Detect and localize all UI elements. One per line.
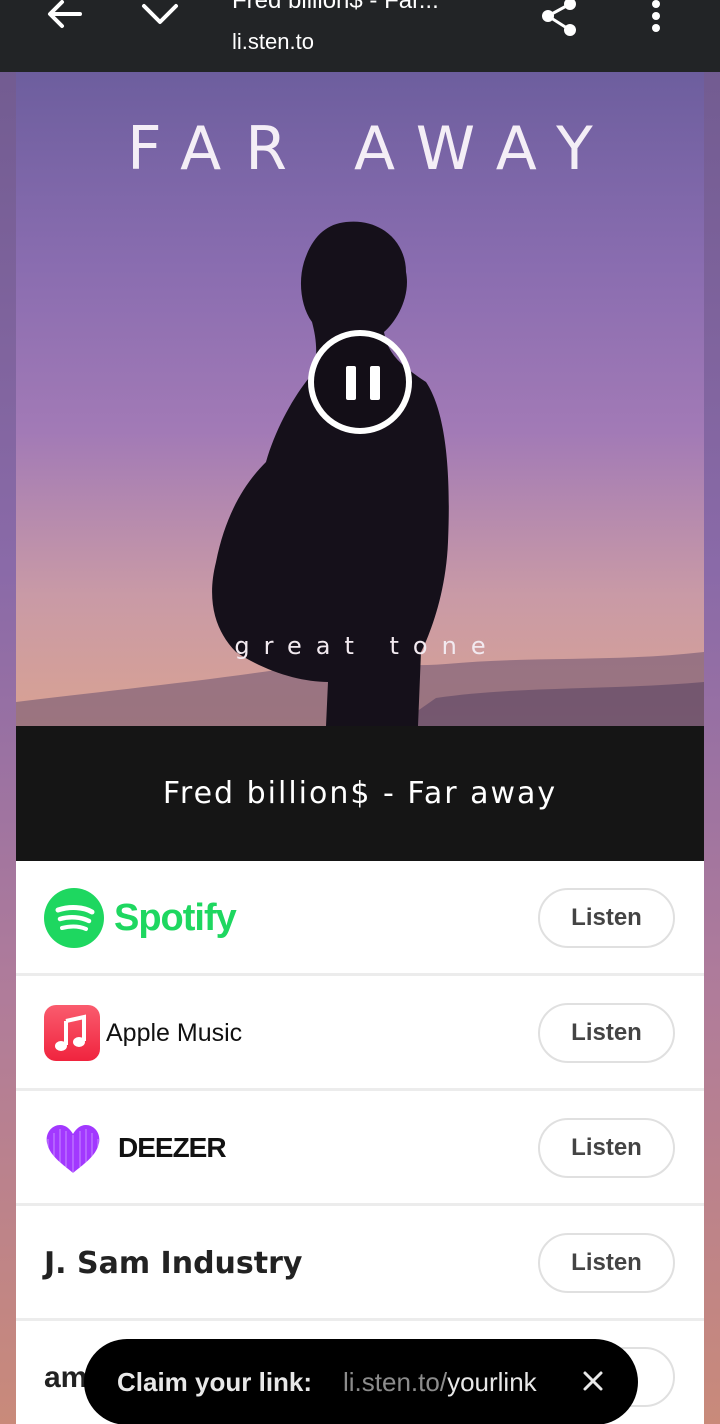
service-row-spotify: Spotify Listen — [16, 861, 704, 976]
listen-button-apple-music[interactable]: Listen — [538, 1003, 675, 1063]
cover-subtitle: great tone — [234, 632, 500, 660]
claim-link[interactable]: li.sten.to/yourlink — [343, 1367, 537, 1398]
deezer-logo: DEEZER — [44, 1117, 227, 1179]
service-name: DEEZER — [118, 1132, 227, 1163]
j-sam-industry-logo: J. Sam Industry — [44, 1232, 302, 1294]
service-name: Spotify — [114, 896, 237, 939]
pause-icon — [346, 366, 356, 400]
claim-link-base: li.sten.to/ — [343, 1367, 448, 1397]
music-link-card: FAR AWAY great tone Fred billion$ - Far … — [16, 72, 704, 1424]
page-url[interactable]: li.sten.to — [232, 28, 314, 56]
service-name: Apple Music — [106, 1018, 243, 1047]
claim-link-tail: yourlink — [447, 1367, 537, 1397]
service-name: am — [44, 1361, 88, 1394]
deezer-heart-icon — [46, 1125, 100, 1175]
browser-top-bar: Fred billion$ - Far... li.sten.to — [0, 0, 720, 72]
apple-music-logo: Apple Music — [44, 1002, 242, 1064]
claim-link-toast[interactable]: Claim your link: li.sten.to/yourlink — [84, 1339, 638, 1424]
claim-label: Claim your link: — [117, 1367, 313, 1397]
page-title: Fred billion$ - Far... — [232, 0, 439, 14]
close-icon[interactable] — [582, 1367, 604, 1393]
apple-music-icon — [44, 1005, 100, 1061]
listen-button-j-sam-industry[interactable]: Listen — [538, 1233, 675, 1293]
service-row-deezer: DEEZER Listen — [16, 1091, 704, 1206]
amazon-logo: am — [44, 1347, 87, 1409]
track-title: Fred billion$ - Far away — [162, 776, 558, 811]
listen-button-deezer[interactable]: Listen — [538, 1118, 675, 1178]
share-icon[interactable] — [540, 0, 580, 36]
listen-button-spotify[interactable]: Listen — [538, 888, 675, 948]
spotify-icon — [44, 888, 104, 948]
pause-button[interactable] — [308, 330, 412, 434]
service-name: J. Sam Industry — [44, 1245, 303, 1281]
cover-title: FAR AWAY — [127, 114, 617, 184]
more-vert-icon[interactable] — [646, 0, 666, 34]
chevron-down-icon[interactable] — [140, 0, 180, 30]
service-row-j-sam-industry: J. Sam Industry Listen — [16, 1206, 704, 1321]
spotify-logo: Spotify — [44, 887, 237, 949]
track-title-bar: Fred billion$ - Far away — [16, 726, 704, 861]
service-row-apple-music: Apple Music Listen — [16, 976, 704, 1091]
close-x-glyph — [583, 1371, 603, 1391]
album-cover: FAR AWAY great tone — [16, 72, 704, 726]
back-arrow-icon[interactable] — [44, 0, 84, 32]
